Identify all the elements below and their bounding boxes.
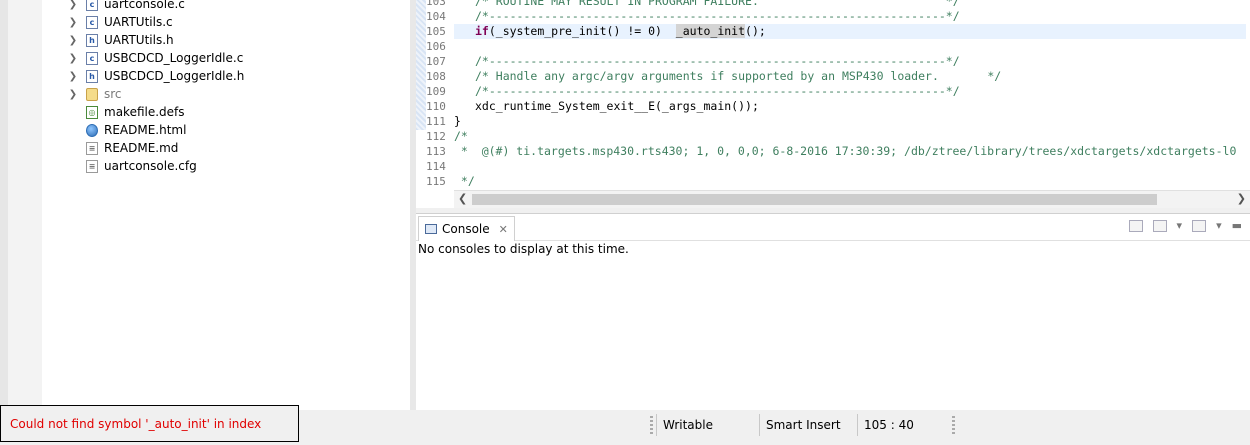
console-toolbar: ▾ ▾ ▬ [1128, 219, 1242, 232]
globe-icon [86, 123, 98, 137]
code-line[interactable]: /*--------------------------------------… [475, 54, 960, 69]
chevron-right-icon[interactable]: ❯ [66, 71, 80, 82]
change-ruler [416, 0, 426, 130]
h-file-icon: h [86, 69, 98, 83]
chevron-right-icon[interactable]: ❯ [66, 35, 80, 46]
line-number: 106 [426, 40, 446, 53]
c-file-icon: c [86, 0, 98, 11]
makefile-icon: ◎ [86, 105, 98, 119]
tree-item-label: README.md [104, 141, 179, 155]
tree-item[interactable]: ≡ uartconsole.cfg [66, 157, 197, 175]
console-view: Console ✕ ▾ ▾ ▬ No consoles to display a… [416, 213, 1250, 411]
code-line[interactable]: * @(#) ti.targets.msp430.rts430; 1, 0, 0… [454, 144, 1236, 159]
status-grip [650, 416, 653, 434]
chevron-right-icon[interactable]: ❯ [66, 53, 80, 64]
line-number: 110 [426, 100, 446, 113]
chevron-down-icon[interactable]: ▾ [1177, 219, 1183, 232]
scroll-left-icon[interactable]: ❮ [458, 192, 467, 205]
line-number: 113 [426, 145, 446, 158]
project-explorer: ❯ c uartconsole.c ❯ c UARTUtils.c ❯ h UARTUtils.… [8, 0, 411, 410]
tree-item[interactable]: ❯ c USBCDCD_LoggerIdle.c [66, 49, 244, 67]
line-number: 107 [426, 55, 446, 68]
line-number: 104 [426, 10, 446, 23]
explorer-gutter [8, 0, 42, 410]
tree-item-label: src [104, 87, 122, 101]
tree-item-label: makefile.defs [104, 105, 185, 119]
line-numbers: 103 104 105 106 107 108 109 110 111 112 113 114 115 [426, 0, 454, 190]
code-line[interactable]: /*--------------------------------------… [475, 9, 960, 24]
scroll-right-icon[interactable]: ❯ [1237, 192, 1246, 205]
tree-item-label: USBCDCD_LoggerIdle.c [104, 51, 244, 65]
line-number: 103 [426, 0, 446, 8]
chevron-right-icon[interactable]: ❯ [66, 0, 80, 10]
tree-item[interactable]: ❯ h UARTUtils.h [66, 31, 174, 49]
left-edge-strip [0, 0, 8, 410]
close-icon[interactable]: ✕ [499, 223, 508, 236]
c-file-icon: c [86, 15, 98, 29]
console-message: No consoles to display at this time. [418, 242, 629, 256]
editor-horizontal-scrollbar[interactable]: ❮ ❯ [454, 190, 1250, 208]
tree-item[interactable]: ❯ src [66, 85, 122, 103]
code-line[interactable]: */ [454, 174, 475, 189]
tree-item-label: README.html [104, 123, 187, 137]
code-line[interactable]: /* [454, 129, 468, 144]
minimize-icon[interactable]: ▬ [1232, 219, 1242, 232]
tree-item-label: uartconsole.c [104, 0, 185, 11]
line-number: 112 [426, 130, 446, 143]
status-grip [952, 416, 955, 434]
h-file-icon: h [86, 33, 98, 47]
tab-console[interactable]: Console ✕ [418, 216, 515, 241]
status-cursor-position: 105 : 40 [857, 414, 954, 436]
tree-item[interactable]: README.html [66, 121, 186, 139]
status-error-text: Could not find symbol '_auto_init' in in… [10, 417, 262, 431]
console-icon [425, 224, 437, 234]
c-file-icon: c [86, 51, 98, 65]
code-editor[interactable]: 103 104 105 106 107 108 109 110 111 112 113 114 115 … [416, 0, 1250, 208]
tree-item[interactable]: ❯ c UARTUtils.c [66, 13, 173, 31]
line-number: 109 [426, 85, 446, 98]
tree-item[interactable]: ◎ makefile.defs [66, 103, 185, 121]
code-line[interactable]: /*--------------------------------------… [475, 84, 960, 99]
tree-item[interactable]: ❯ c uartconsole.c [66, 0, 185, 13]
folder-icon [86, 87, 98, 101]
open-console-icon[interactable] [1192, 219, 1207, 232]
code-line[interactable]: } [454, 114, 461, 129]
display-console-icon[interactable] [1152, 219, 1167, 232]
line-number: 108 [426, 70, 446, 83]
tree-item-label: USBCDCD_LoggerIdle.h [104, 69, 245, 83]
tree-item[interactable]: ❯ h USBCDCD_LoggerIdle.h [66, 67, 245, 85]
tree-item-label: UARTUtils.c [104, 15, 173, 29]
chevron-right-icon[interactable]: ❯ [66, 89, 80, 100]
status-error-message: Could not find symbol '_auto_init' in in… [0, 405, 299, 442]
chevron-down-icon[interactable]: ▾ [1216, 219, 1222, 232]
code-line[interactable]: /* ROUTINE MAY RESULT IN PROGRAM FAILURE… [475, 0, 960, 9]
code-line[interactable]: if(_system_pre_init() != 0) _auto_init()… [475, 24, 766, 39]
pin-console-icon[interactable] [1128, 219, 1143, 232]
chevron-right-icon[interactable]: ❯ [66, 17, 80, 28]
status-writable: Writable [656, 414, 753, 436]
line-number: 105 [426, 25, 446, 38]
editor-vertical-scrollbar[interactable] [1246, 0, 1250, 190]
line-number: 115 [426, 175, 446, 188]
console-tab-label: Console [442, 222, 490, 236]
text-file-icon: ≡ [86, 159, 98, 173]
line-number: 114 [426, 160, 446, 173]
tree-item-label: uartconsole.cfg [104, 159, 197, 173]
tree-item[interactable]: ≡ README.md [66, 139, 178, 157]
code-line[interactable]: /* Handle any argc/argv arguments if sup… [475, 69, 1001, 84]
line-number: 111 [426, 115, 446, 128]
tree-item-label: UARTUtils.h [104, 33, 174, 47]
status-insert-mode[interactable]: Smart Insert [759, 414, 856, 436]
scroll-thumb[interactable] [472, 194, 1157, 205]
text-file-icon: ≡ [86, 141, 98, 155]
code-line[interactable]: xdc_runtime_System_exit__E(_args_main())… [475, 99, 759, 114]
console-tabbar: Console ✕ ▾ ▾ ▬ [416, 214, 1250, 241]
